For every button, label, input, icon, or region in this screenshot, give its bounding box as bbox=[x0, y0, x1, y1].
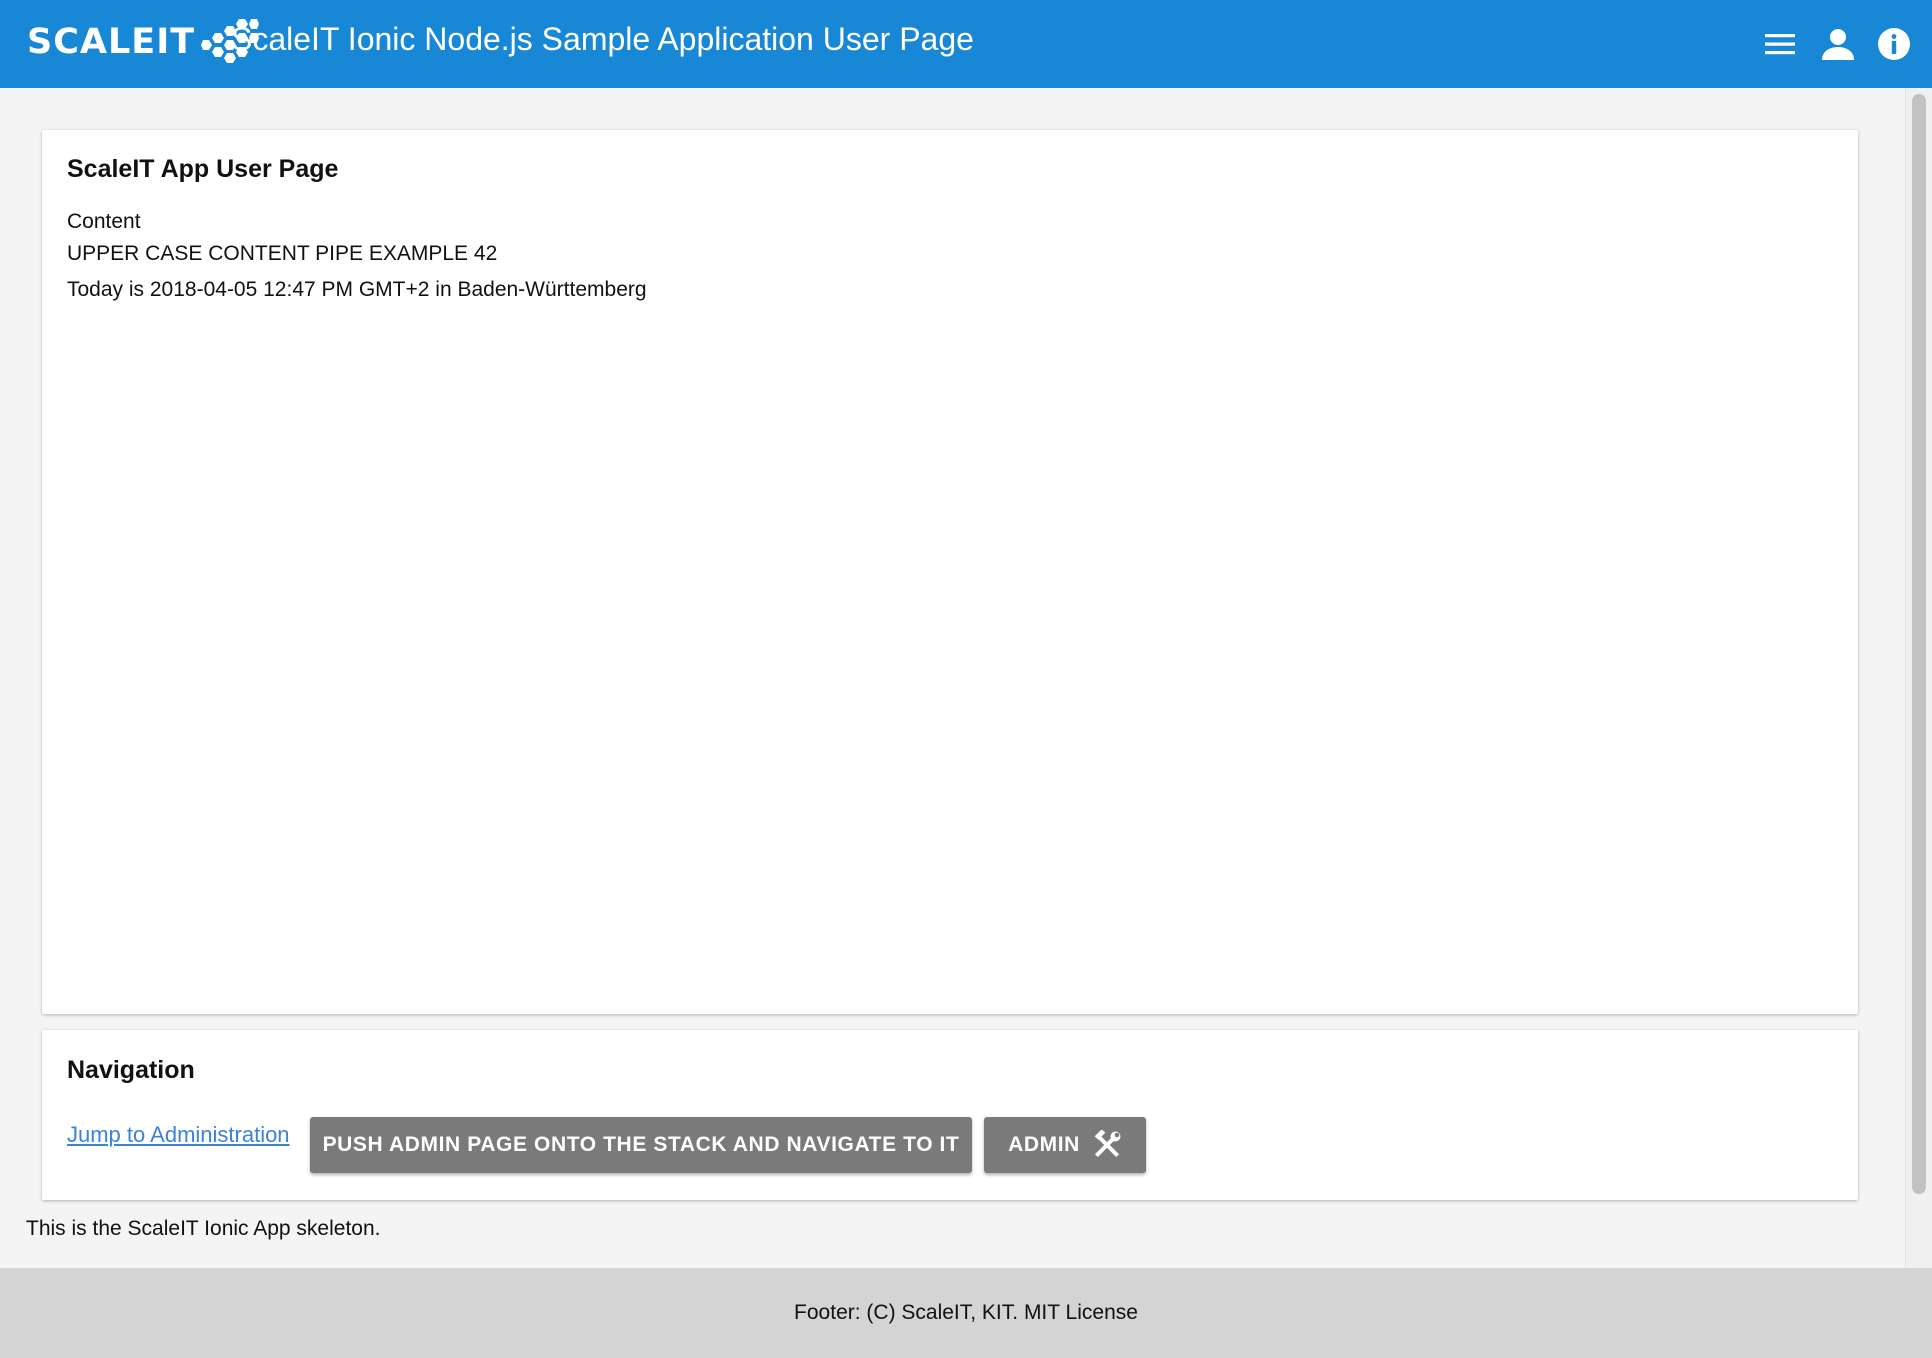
navigation-title: Navigation bbox=[67, 1056, 195, 1084]
menu-icon[interactable] bbox=[1761, 24, 1801, 64]
scrollbar-thumb[interactable] bbox=[1912, 94, 1926, 1194]
push-admin-page-button[interactable]: PUSH ADMIN PAGE ONTO THE STACK AND NAVIG… bbox=[310, 1117, 972, 1173]
admin-button[interactable]: ADMIN bbox=[984, 1117, 1146, 1173]
footer-text: Footer: (C) ScaleIT, KIT. MIT License bbox=[794, 1301, 1138, 1324]
user-card-title: ScaleIT App User Page bbox=[67, 155, 339, 183]
scaleit-logo: SCALEIT bbox=[27, 18, 260, 66]
app-header: SCALEIT ScaleIT Ionic Node.js Sample App… bbox=[0, 0, 1932, 88]
uppercase-pipe-text: UPPER CASE CONTENT PIPE EXAMPLE 42 bbox=[67, 242, 498, 265]
navigation-card: Navigation Jump to Administration PUSH A… bbox=[42, 1030, 1858, 1200]
jump-to-administration-link[interactable]: Jump to Administration bbox=[67, 1122, 290, 1148]
logo-text: SCALEIT bbox=[27, 22, 196, 62]
user-page-card: ScaleIT App User Page Content UPPER CASE… bbox=[42, 130, 1858, 1014]
app-title: ScaleIT Ionic Node.js Sample Application… bbox=[231, 21, 974, 57]
person-icon[interactable] bbox=[1818, 24, 1858, 64]
admin-button-label: ADMIN bbox=[1008, 1133, 1080, 1156]
skeleton-text: This is the ScaleIT Ionic App skeleton. bbox=[26, 1217, 381, 1240]
push-admin-page-button-label: PUSH ADMIN PAGE ONTO THE STACK AND NAVIG… bbox=[322, 1133, 960, 1156]
page-footer: Footer: (C) ScaleIT, KIT. MIT License bbox=[0, 1268, 1932, 1358]
hammer-wrench-icon bbox=[1092, 1130, 1122, 1160]
content-label: Content bbox=[67, 210, 141, 233]
date-text: Today is 2018-04-05 12:47 PM GMT+2 in Ba… bbox=[67, 278, 647, 301]
info-icon[interactable] bbox=[1874, 24, 1914, 64]
